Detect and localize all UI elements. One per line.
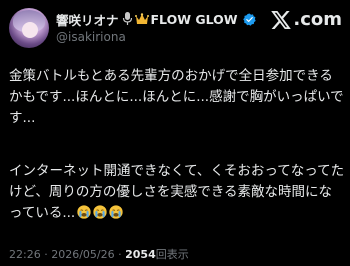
author-name-suffix: FLOW GLOW — [150, 11, 238, 27]
tweet-time[interactable]: 22:26 — [9, 248, 41, 261]
author-name: 響咲リオナ — [56, 12, 119, 28]
tweet-date[interactable]: 2026/05/26 — [51, 248, 114, 261]
x-logo[interactable]: .com — [271, 9, 342, 31]
view-count: 2054 — [125, 248, 156, 261]
x-logo-icon — [271, 11, 292, 29]
tweet-paragraph-1: 金策バトルもとある先輩方のおかげで全日参加できるかもです...ほんとに...ほん… — [9, 68, 344, 126]
tweet-meta: 22:26 · 2026/05/26 · 2054回表示 — [9, 246, 189, 262]
avatar-face — [22, 22, 38, 38]
microphone-icon — [122, 12, 132, 25]
author-handle[interactable]: @isakiriona — [56, 30, 126, 44]
tweet-paragraph-2: インターネット開通できなくて、くそおおってなってたけど、周りの方の優しさを実感で… — [9, 161, 345, 224]
x-logo-text: .com — [293, 9, 342, 30]
avatar[interactable] — [9, 8, 49, 48]
crying-face-emoji — [109, 205, 123, 219]
meta-separator: · — [40, 248, 52, 261]
crown-icon — [134, 13, 149, 24]
meta-separator: · — [114, 248, 126, 261]
verified-badge-icon — [242, 12, 256, 26]
view-count-label: 回表示 — [155, 248, 189, 261]
crying-face-emoji — [77, 205, 91, 219]
tweet-paragraph-2-text: インターネット開通できなくて、くそおおってなってたけど、周りの方の優しさを実感で… — [9, 163, 345, 221]
crying-face-emoji — [93, 205, 107, 219]
author-name-row[interactable]: 響咲リオナ FLOW GLOW — [56, 10, 256, 28]
